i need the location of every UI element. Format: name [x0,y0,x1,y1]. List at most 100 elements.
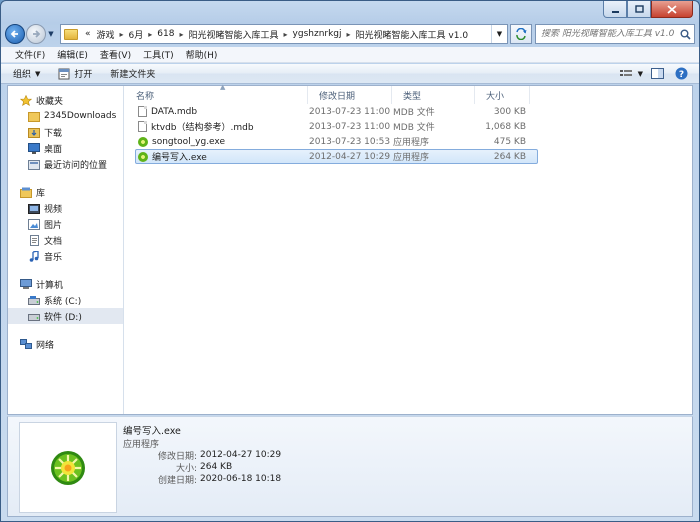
breadcrumb-item[interactable]: 阳光视睹智能入库工具 v1.0 [353,28,472,41]
breadcrumb-separator-icon[interactable]: ▸ [177,30,185,39]
minimize-icon [611,10,619,13]
nav-label: 文档 [44,236,63,247]
breadcrumb-item[interactable]: ygshznrkgj [290,29,345,39]
file-row[interactable]: ktvdb（结构参考）.mdb 2013-07-23 11:00 MDB 文件 … [135,119,538,134]
file-date: 2013-07-23 11:00 [309,106,391,117]
computer-icon [20,278,32,290]
explorer-window: ▼ « 游戏 ▸ 6月 ▸ 618 ▸ 阳光视睹智能入库工具 ▸ ygshznr… [0,0,700,522]
downloads-folder-icon [28,127,40,138]
change-view-button[interactable] [616,66,636,82]
nav-item-music[interactable]: 音乐 [8,248,123,264]
file-size: 264 KB [493,151,526,162]
file-name-cell: DATA.mdb [136,106,309,117]
menu-view[interactable]: 查看(V) [94,48,137,61]
column-label: 名称 [136,91,155,102]
nav-favorites[interactable]: 收藏夹 [8,92,123,108]
nav-label: 桌面 [44,144,63,155]
folder-icon [64,28,78,40]
chevron-down-icon: ▼ [48,30,54,38]
column-header-size[interactable]: 大小 [475,86,530,104]
file-type: 应用程序 [393,153,430,163]
maximize-button[interactable] [627,1,651,18]
file-row-selected[interactable]: 编号写入.exe 2012-04-27 10:29 应用程序 264 KB [135,149,538,164]
column-header-name[interactable]: 名称 [125,86,308,104]
drive-icon [28,295,40,306]
back-button[interactable] [5,24,25,44]
column-header-type[interactable]: 类型 [392,86,475,104]
back-arrow-icon [10,30,18,38]
nav-label: 软件 (D:) [44,312,82,323]
nav-item-desktop[interactable]: 桌面 [8,140,123,156]
search-icon[interactable] [676,29,694,40]
nav-item-videos[interactable]: 视频 [8,200,123,216]
favorites-group: 收藏夹 2345Downloads 下载 桌面 最近访问的位置 [8,92,123,172]
breadcrumb-item[interactable]: 阳光视睹智能入库工具 [186,28,282,41]
file-row[interactable]: songtool_yg.exe 2013-07-23 10:53 应用程序 47… [135,134,538,149]
nav-item-pictures[interactable]: 图片 [8,216,123,232]
breadcrumb-item[interactable]: 618 [154,29,177,39]
breadcrumb-overflow[interactable]: « [82,29,94,39]
refresh-icon [516,28,527,40]
close-button[interactable] [651,1,693,18]
file-thumbnail [19,422,117,513]
nav-label: 计算机 [36,280,64,291]
file-name: 编号写入.exe [152,153,207,163]
nav-item-drive-d[interactable]: 软件 (D:) [8,308,123,324]
help-icon: ? [675,67,687,80]
exe-icon [138,136,148,147]
nav-item-documents[interactable]: 文档 [8,232,123,248]
recent-places-icon [28,159,40,170]
nav-item-recent-places[interactable]: 最近访问的位置 [8,156,123,172]
chevron-down-icon: ▼ [35,69,41,78]
minimize-button[interactable] [603,1,627,18]
file-type: 应用程序 [393,138,430,148]
column-header-date[interactable]: 修改日期 [308,86,392,104]
address-bar[interactable]: « 游戏 ▸ 6月 ▸ 618 ▸ 阳光视睹智能入库工具 ▸ ygshznrkg… [60,24,508,44]
nav-item-drive-c[interactable]: 系统 (C:) [8,292,123,308]
nav-item-downloads[interactable]: 下载 [8,124,123,140]
property-value: 2020-06-18 10:18 [200,474,282,484]
chevron-down-icon[interactable]: ▼ [638,70,643,78]
file-date: 2013-07-23 11:00 [309,121,391,132]
breadcrumb-item[interactable]: 游戏 [94,28,118,41]
address-history-dropdown[interactable]: ▼ [491,25,507,43]
breadcrumb-separator-icon[interactable]: ▸ [146,30,154,39]
file-row[interactable]: DATA.mdb 2013-07-23 11:00 MDB 文件 300 KB [135,104,538,119]
content-area: 收藏夹 2345Downloads 下载 桌面 最近访问的位置 库 视频 图片 … [7,83,693,415]
preview-pane-button[interactable] [647,66,667,82]
help-button[interactable]: ? [671,66,691,82]
column-label: 类型 [403,91,422,102]
open-button[interactable]: 打开 [58,67,92,80]
new-folder-button[interactable]: 新建文件夹 [110,67,155,80]
video-icon [28,203,40,214]
forward-button[interactable] [26,24,46,44]
file-name-cell: ktvdb（结构参考）.mdb [136,120,309,133]
search-box[interactable] [535,24,695,44]
nav-libraries[interactable]: 库 [8,184,123,200]
menu-edit[interactable]: 编辑(E) [51,48,94,61]
organize-label: 组织 [13,70,32,80]
nav-item-2345downloads[interactable]: 2345Downloads [8,108,123,124]
nav-computer[interactable]: 计算机 [8,276,123,292]
menu-file[interactable]: 文件(F) [9,48,51,61]
document-icon [138,121,147,132]
refresh-button[interactable] [510,24,532,44]
search-input[interactable] [541,29,676,39]
recent-pages-dropdown[interactable]: ▼ [46,30,56,38]
breadcrumb-separator-icon[interactable]: ▸ [118,30,126,39]
navigation-pane[interactable]: 收藏夹 2345Downloads 下载 桌面 最近访问的位置 库 视频 图片 … [8,86,124,414]
nav-label: 2345Downloads [44,111,117,121]
nav-network[interactable]: 网络 [8,336,123,352]
property-row: 创建日期: 2020-06-18 10:18 [123,473,282,486]
network-group: 网络 [8,336,123,352]
nav-label: 下载 [44,128,63,139]
breadcrumb-separator-icon[interactable]: ▸ [345,30,353,39]
file-list[interactable]: ▲ 名称 修改日期 类型 大小 DATA.mdb 2013-07-23 11:0… [125,83,692,414]
menu-help[interactable]: 帮助(H) [180,48,224,61]
organize-button[interactable]: 组织 ▼ [13,67,41,81]
menu-bar: 文件(F) 编辑(E) 查看(V) 工具(T) 帮助(H) [1,47,699,63]
breadcrumb-separator-icon[interactable]: ▸ [282,30,290,39]
menu-tools[interactable]: 工具(T) [137,48,180,61]
nav-label: 视频 [44,204,63,215]
breadcrumb-item[interactable]: 6月 [126,28,147,41]
